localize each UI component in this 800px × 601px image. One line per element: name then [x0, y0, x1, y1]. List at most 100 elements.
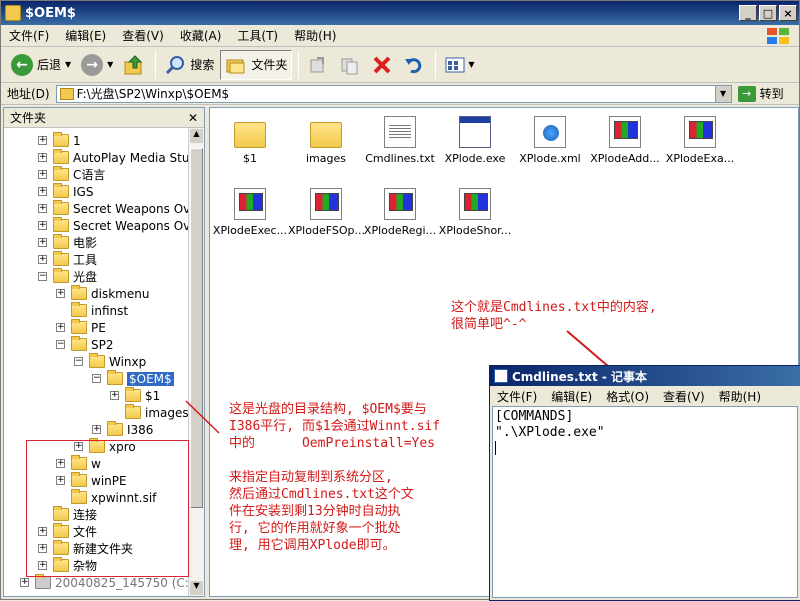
tree-node[interactable]: − 光盘 — [38, 268, 97, 285]
maximize-button[interactable]: □ — [759, 5, 777, 21]
file-item[interactable]: XPlode.xml — [512, 116, 588, 165]
notepad-menu-format[interactable]: 格式(O) — [599, 388, 656, 405]
forward-button[interactable]: → ▼ — [77, 50, 117, 80]
tree-node[interactable]: +1 — [38, 132, 81, 149]
tree-node[interactable]: + C语言 — [38, 166, 105, 183]
menu-edit[interactable]: 编辑(E) — [57, 27, 114, 44]
expand-icon[interactable]: + — [38, 527, 47, 536]
collapse-icon[interactable]: − — [74, 357, 83, 366]
notepad-menu-view[interactable]: 查看(V) — [656, 388, 712, 405]
close-icon[interactable]: ✕ — [188, 111, 198, 125]
title-bar[interactable]: $OEM$ _ □ × — [1, 1, 799, 25]
menu-view[interactable]: 查看(V) — [114, 27, 172, 44]
undo-button[interactable] — [399, 50, 429, 80]
expand-icon[interactable]: + — [38, 255, 47, 264]
collapse-icon[interactable]: − — [92, 374, 101, 383]
collapse-icon[interactable]: − — [38, 272, 47, 281]
tree-node[interactable]: xpwinnt.sif — [71, 489, 156, 506]
tree-node[interactable]: + $1 — [110, 387, 160, 404]
tree-node[interactable]: − SP2 — [56, 336, 114, 353]
expand-icon[interactable]: + — [56, 459, 65, 468]
tree-node[interactable]: +Secret Weapons Over No — [38, 200, 190, 217]
menu-favorites[interactable]: 收藏(A) — [172, 27, 230, 44]
file-item[interactable]: XPlodeExec... — [212, 188, 288, 237]
tree-node[interactable]: + 新建文件夹 — [38, 540, 133, 557]
expand-icon[interactable]: + — [38, 187, 47, 196]
tree-node[interactable]: + w — [56, 455, 101, 472]
views-button[interactable]: ▼ — [440, 50, 478, 80]
expand-icon[interactable]: + — [38, 221, 47, 230]
file-item[interactable]: XPlode.exe — [437, 116, 513, 165]
menu-tools[interactable]: 工具(T) — [229, 27, 286, 44]
expand-icon[interactable]: + — [38, 561, 47, 570]
expand-icon[interactable]: + — [56, 476, 65, 485]
tree-node[interactable]: + diskmenu — [56, 285, 149, 302]
close-button[interactable]: × — [779, 5, 797, 21]
tree-node[interactable]: + xpro — [74, 438, 136, 455]
tree-node[interactable]: + 文件 — [38, 523, 97, 540]
delete-button[interactable] — [367, 50, 397, 80]
tree-node-drive[interactable]: +20040825_145750 (C:) — [20, 574, 190, 591]
expand-icon[interactable]: + — [74, 442, 83, 451]
expand-icon[interactable]: + — [110, 391, 119, 400]
scroll-down-arrow-icon[interactable]: ▼ — [190, 581, 203, 595]
notepad-menu-edit[interactable]: 编辑(E) — [544, 388, 599, 405]
tree-node[interactable]: + 工具 — [38, 251, 97, 268]
expand-icon[interactable]: + — [56, 323, 65, 332]
tree-node[interactable]: +AutoPlay Media Studio 5 — [38, 149, 190, 166]
file-item[interactable]: XPlodeShor... — [437, 188, 513, 237]
tree-node[interactable]: + 杂物 — [38, 557, 97, 574]
tree-node[interactable]: + I386 — [92, 421, 153, 438]
notepad-content: [COMMANDS] ".\XPlode.exe" — [495, 409, 605, 440]
expand-icon[interactable]: + — [92, 425, 101, 434]
tree-node[interactable]: + 电影 — [38, 234, 97, 251]
address-input[interactable]: F:\光盘\SP2\Winxp\$OEM$ ▼ — [55, 84, 732, 103]
file-item[interactable]: images — [288, 116, 364, 165]
expand-icon[interactable]: + — [38, 544, 47, 553]
menu-help[interactable]: 帮助(H) — [286, 27, 344, 44]
tree-node[interactable]: + PE — [56, 319, 106, 336]
notepad-menu-help[interactable]: 帮助(H) — [712, 388, 768, 405]
folders-panel-title: 文件夹 — [10, 111, 47, 125]
system-file-icon — [384, 188, 416, 220]
up-button[interactable] — [119, 50, 149, 80]
notepad-text-area[interactable]: [COMMANDS] ".\XPlode.exe" — [492, 406, 798, 598]
notepad-menu-file[interactable]: 文件(F) — [490, 388, 544, 405]
menu-file[interactable]: 文件(F) — [1, 27, 57, 44]
scroll-up-arrow-icon[interactable]: ▲ — [190, 129, 203, 143]
tree-node[interactable]: images — [125, 404, 189, 421]
expand-icon[interactable]: + — [38, 136, 47, 145]
copy-to-button[interactable] — [335, 50, 365, 80]
tree-node[interactable]: infinst — [71, 302, 128, 319]
address-dropdown-button[interactable]: ▼ — [714, 85, 731, 102]
go-button[interactable]: → 转到 — [737, 85, 784, 102]
expand-icon[interactable]: + — [38, 153, 47, 162]
file-item[interactable]: XPlodeFSOp... — [288, 188, 365, 237]
file-item[interactable]: XPlodeRegi... — [362, 188, 438, 237]
expand-icon[interactable]: + — [38, 170, 47, 179]
file-item[interactable]: Cmdlines.txt — [362, 116, 438, 165]
file-item[interactable]: $1 — [212, 116, 288, 165]
back-button[interactable]: ← 后退 ▼ — [7, 50, 75, 80]
file-item[interactable]: XPlodeAdd... — [587, 116, 663, 165]
expand-icon[interactable]: + — [20, 578, 29, 587]
expand-icon[interactable]: + — [56, 289, 65, 298]
expand-icon[interactable]: + — [38, 238, 47, 247]
tree-node[interactable]: 连接 — [53, 506, 97, 523]
notepad-title-bar[interactable]: Cmdlines.txt - 记事本 — [490, 366, 800, 386]
tree-scrollbar[interactable]: ▲ ▼ — [188, 128, 204, 596]
file-item[interactable]: XPlodeExa... — [662, 116, 738, 165]
move-to-button[interactable] — [303, 50, 333, 80]
minimize-button[interactable]: _ — [739, 5, 757, 21]
tree-node[interactable]: − Winxp — [74, 353, 146, 370]
folders-button[interactable]: 文件夹 — [220, 49, 293, 80]
expand-icon[interactable]: + — [38, 204, 47, 213]
search-button[interactable]: 搜索 — [160, 50, 218, 80]
tree-node[interactable]: +Secret Weapons Over No — [38, 217, 190, 234]
tree-node-selected[interactable]: − $OEM$ — [92, 370, 174, 387]
system-file-icon — [234, 188, 266, 220]
tree-node[interactable]: + IGS — [38, 183, 93, 200]
tree-node[interactable]: + winPE — [56, 472, 127, 489]
scroll-thumb[interactable] — [190, 148, 203, 508]
collapse-icon[interactable]: − — [56, 340, 65, 349]
